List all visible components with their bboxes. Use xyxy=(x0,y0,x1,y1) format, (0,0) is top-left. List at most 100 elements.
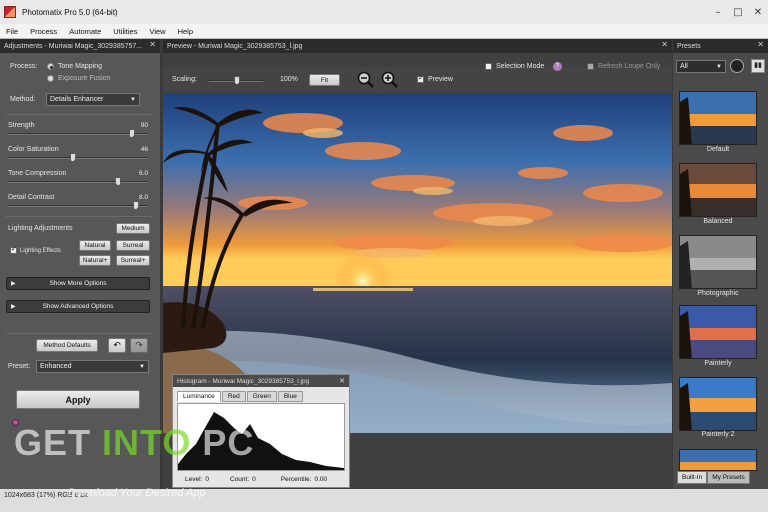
tab-my-presets[interactable]: My Presets xyxy=(707,471,750,484)
menu-help[interactable]: Help xyxy=(172,27,199,36)
divider xyxy=(6,333,152,334)
maximize-button[interactable]: □ xyxy=(728,7,748,18)
minimize-button[interactable]: – xyxy=(708,7,728,18)
strength-slider[interactable] xyxy=(8,129,148,138)
close-button[interactable]: ✕ xyxy=(748,7,768,18)
lighting-natural-plus-button[interactable]: Natural+ xyxy=(79,255,111,266)
preset-label-balanced: Balanced xyxy=(703,218,733,225)
method-dropdown[interactable]: Details Enhancer ▼ xyxy=(46,93,140,106)
color-saturation-slider[interactable] xyxy=(8,153,148,162)
menu-automate[interactable]: Automate xyxy=(63,27,107,36)
detail-contrast-label: Detail Contrast xyxy=(8,194,55,201)
chevron-down-icon: ▼ xyxy=(716,64,722,70)
tone-mapping-radio[interactable] xyxy=(47,63,54,70)
tab-built-in[interactable]: Built-In xyxy=(677,471,708,484)
lighting-adjustments-label: Lighting Adjustments xyxy=(8,225,73,232)
tab-blue[interactable]: Blue xyxy=(277,391,303,402)
expand-arrow-icon: ▶ xyxy=(11,304,16,310)
lighting-surreal-button[interactable]: Surreal xyxy=(116,240,150,251)
preset-thumb-painterly[interactable] xyxy=(679,305,757,359)
tone-compression-label: Tone Compression xyxy=(8,170,67,177)
zoom-out-icon[interactable] xyxy=(357,71,375,89)
presets-panel: All ▼ ▮▮ Default Balanced Photographic P… xyxy=(673,53,768,489)
watermark-pc: PC xyxy=(202,422,255,463)
color-saturation-slider-thumb[interactable] xyxy=(69,153,76,162)
lighting-surreal-plus-button[interactable]: Surreal+ xyxy=(116,255,150,266)
tab-green[interactable]: Green xyxy=(246,391,277,402)
preset-thumb-default[interactable] xyxy=(679,91,757,145)
title-bar: Photomatix Pro 5.0 (64-bit) – □ ✕ xyxy=(0,0,768,24)
watermark-get: GET xyxy=(14,422,103,463)
method-defaults-button[interactable]: Method Defaults xyxy=(36,339,98,352)
preview-checkbox[interactable] xyxy=(417,74,424,83)
lighting-effects-checkbox[interactable] xyxy=(10,245,17,254)
refresh-loupe-label: Refresh Loupe Only xyxy=(598,63,661,70)
level-value: 0 xyxy=(205,476,209,483)
adjustments-header: Adjustments - Muriwai Magic_3029385757..… xyxy=(0,39,160,53)
presets-view-icon[interactable]: ▮▮ xyxy=(751,59,765,73)
scaling-slider[interactable] xyxy=(209,76,263,85)
fit-button[interactable]: Fit xyxy=(309,74,340,86)
selection-mode-checkbox[interactable] xyxy=(485,63,492,70)
strength-slider-thumb[interactable] xyxy=(128,129,135,138)
app-window: Photomatix Pro 5.0 (64-bit) – □ ✕ File P… xyxy=(0,0,768,512)
help-icon[interactable]: ? xyxy=(553,62,562,71)
percentile-label: Percentile: xyxy=(280,476,312,483)
watermark-into: INTO xyxy=(102,422,203,463)
color-saturation-value: 46 xyxy=(140,146,148,153)
watermark-subtitle: Download Your Desired App xyxy=(68,487,206,499)
histogram-title: Histogram - Muriwai Magic_3029385753_l.j… xyxy=(177,377,310,385)
preset-label: Preset: xyxy=(8,363,31,370)
chevron-down-icon: ▼ xyxy=(130,97,136,103)
preset-thumb-balanced[interactable] xyxy=(679,163,757,217)
preset-thumb-more[interactable] xyxy=(679,449,757,471)
preset-dropdown[interactable]: Enhanced ▼ xyxy=(36,360,149,373)
presets-close-icon[interactable]: ✕ xyxy=(757,40,764,49)
preset-label-default: Default xyxy=(706,146,730,153)
method-value: Details Enhancer xyxy=(50,96,104,103)
scaling-label: Scaling: xyxy=(172,76,197,83)
exposure-fusion-label: Exposure Fusion xyxy=(58,75,111,82)
menu-file[interactable]: File xyxy=(0,27,24,36)
zoom-in-icon[interactable] xyxy=(381,71,399,89)
histogram-close-icon[interactable]: ✕ xyxy=(339,377,345,385)
presets-options-icon[interactable] xyxy=(730,59,744,73)
detail-contrast-slider[interactable] xyxy=(8,201,148,210)
menu-process[interactable]: Process xyxy=(24,27,63,36)
redo-icon[interactable]: ↷ xyxy=(130,338,148,353)
divider xyxy=(6,114,152,115)
show-advanced-options-button[interactable]: ▶ Show Advanced Options xyxy=(6,300,150,313)
exposure-fusion-radio[interactable] xyxy=(47,75,54,82)
percentile-value: 0.00 xyxy=(314,476,328,483)
show-advanced-options-label: Show Advanced Options xyxy=(42,303,114,310)
presets-filter-value: All xyxy=(680,63,688,70)
adjustments-close-icon[interactable]: ✕ xyxy=(149,40,156,49)
histogram-readout: Level: 0 Count: 0 Percentile: 0.00 xyxy=(185,476,327,483)
divider xyxy=(6,216,152,217)
chevron-down-icon: ▼ xyxy=(139,364,145,370)
lighting-natural-button[interactable]: Natural xyxy=(79,240,111,251)
undo-icon[interactable]: ↶ xyxy=(108,338,126,353)
watermark-logo: GET INTO PC xyxy=(14,422,254,464)
selection-mode-label: Selection Mode xyxy=(496,63,545,70)
lighting-medium-button[interactable]: Medium xyxy=(116,223,150,234)
preset-thumb-photographic[interactable] xyxy=(679,235,757,289)
histogram-header: Histogram - Muriwai Magic_3029385753_l.j… xyxy=(173,375,349,387)
preset-label-photographic: Photographic xyxy=(697,290,739,297)
tab-luminance[interactable]: Luminance xyxy=(177,391,221,402)
refresh-loupe-checkbox[interactable] xyxy=(587,63,594,70)
menu-view[interactable]: View xyxy=(143,27,171,36)
presets-filter-dropdown[interactable]: All ▼ xyxy=(676,60,726,73)
preview-close-icon[interactable]: ✕ xyxy=(661,40,668,49)
apply-button[interactable]: Apply xyxy=(16,390,140,409)
scaling-slider-thumb[interactable] xyxy=(234,76,240,85)
preset-thumb-painterly-2[interactable] xyxy=(679,377,757,431)
tone-compression-slider-thumb[interactable] xyxy=(115,177,122,186)
menu-utilities[interactable]: Utilities xyxy=(107,27,143,36)
tab-red[interactable]: Red xyxy=(221,391,246,402)
show-more-options-button[interactable]: ▶ Show More Options xyxy=(6,277,150,290)
tone-compression-slider[interactable] xyxy=(8,177,148,186)
preset-label-painterly-2: Painterly 2 xyxy=(701,431,735,438)
detail-contrast-slider-thumb[interactable] xyxy=(132,201,139,210)
scaling-value: 100% xyxy=(280,76,298,83)
